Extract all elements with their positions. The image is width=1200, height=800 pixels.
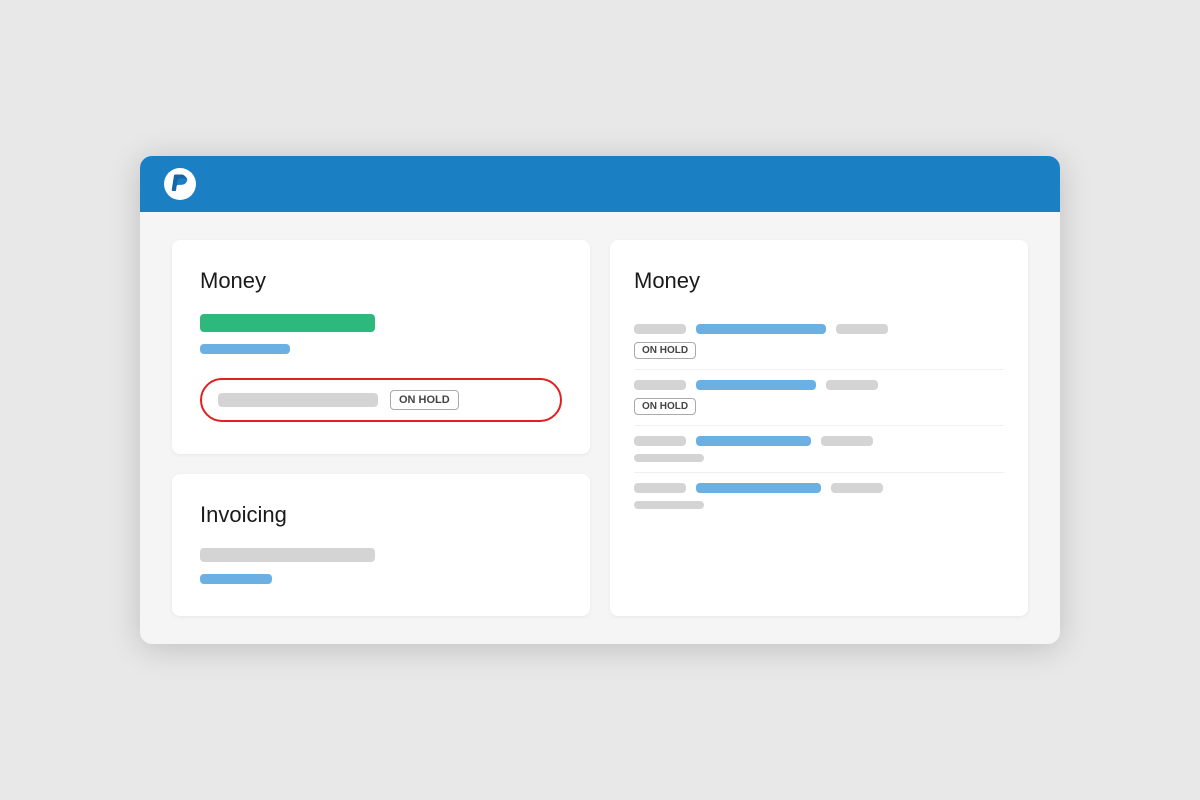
t-center-bar [696,436,811,446]
transaction-item: ON HOLD [634,370,1004,426]
t-left-bar [634,483,686,493]
t-right-bar [831,483,883,493]
paypal-logo [164,168,196,200]
invoicing-card-title: Invoicing [200,502,562,528]
invoicing-bar-1 [200,548,375,562]
t-sub-bar [634,454,704,462]
t-center-bar [696,483,821,493]
invoicing-bar-2 [200,574,272,584]
t-center-bar [696,324,826,334]
header [140,156,1060,212]
invoicing-card: Invoicing [172,474,590,616]
t-right-bar [836,324,888,334]
transaction-badge-row: ON HOLD [634,398,1004,415]
transaction-list: ON HOLD ON HOLD [634,314,1004,519]
money-balance-bar [200,314,375,332]
t-center-bar [696,380,816,390]
transaction-top-row [634,436,1004,446]
t-right-bar [821,436,873,446]
t-left-bar [634,324,686,334]
main-content: Money ON HOLD Invoicing Money [140,212,1060,644]
money-card-title: Money [200,268,562,294]
transaction-top-row [634,324,1004,334]
transaction-sub-row [634,454,1004,462]
transaction-badge-row: ON HOLD [634,342,1004,359]
t-left-bar [634,380,686,390]
right-panel: Money ON HOLD [610,240,1028,616]
transaction-item [634,473,1004,519]
transaction-sub-row [634,501,1004,509]
right-panel-title: Money [634,268,1004,294]
transaction-on-hold-badge: ON HOLD [634,342,696,359]
on-hold-gray-bar [218,393,378,407]
t-right-bar [826,380,878,390]
on-hold-row[interactable]: ON HOLD [200,378,562,422]
t-sub-bar [634,501,704,509]
on-hold-badge: ON HOLD [390,390,459,410]
transaction-top-row [634,380,1004,390]
left-column: Money ON HOLD Invoicing [172,240,590,616]
t-left-bar [634,436,686,446]
money-card: Money ON HOLD [172,240,590,454]
app-window: Money ON HOLD Invoicing Money [140,156,1060,644]
transaction-item: ON HOLD [634,314,1004,370]
transaction-on-hold-badge: ON HOLD [634,398,696,415]
transaction-item [634,426,1004,473]
transaction-top-row [634,483,1004,493]
paypal-icon [171,174,189,194]
money-sub-bar [200,344,290,354]
